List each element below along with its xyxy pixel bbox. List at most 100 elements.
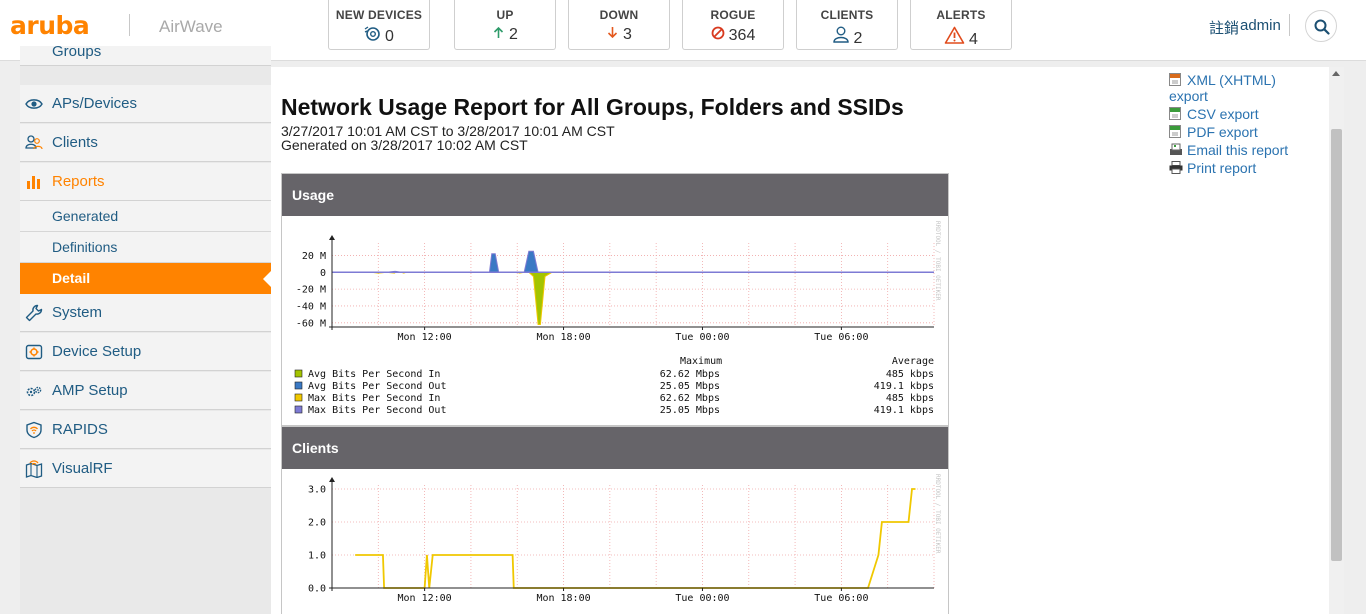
stat-label: UP (496, 8, 514, 22)
stat-label: ALERTS (936, 8, 986, 22)
csv-export-link[interactable]: CSV export (1169, 106, 1259, 122)
scroll-up-icon[interactable] (1332, 71, 1340, 76)
sidebar-item-system[interactable]: System (20, 294, 271, 332)
sidebar-item-label: RAPIDS (52, 421, 108, 438)
scrollbar-thumb[interactable] (1331, 129, 1342, 561)
x-tick-label: Tue 06:00 (814, 593, 868, 604)
sidebar-item-device-setup[interactable]: Device Setup (20, 333, 271, 371)
y-tick-label: -20 M (296, 285, 326, 296)
sidebar-item-label: Reports (52, 173, 105, 190)
sidebar-item-aps-devices[interactable]: APs/Devices (20, 85, 271, 123)
stat-rogue[interactable]: ROGUE 364 (682, 0, 784, 50)
csv-export-label: CSV export (1187, 106, 1259, 122)
xml-export-icon (1169, 73, 1181, 86)
csv-export-icon (1169, 107, 1181, 120)
alert-icon (944, 26, 965, 48)
clients-panel-title: Clients (292, 440, 339, 456)
header-separator (1289, 14, 1290, 36)
legend-name: Avg Bits Per Second In (308, 369, 440, 380)
sidebar-item-groups[interactable]: Groups (20, 46, 271, 66)
aruba-logo[interactable]: aruba (10, 11, 90, 40)
stat-label: DOWN (599, 8, 639, 22)
y-axis-arrow (329, 477, 335, 482)
sidebar-item-clients[interactable]: Clients (20, 124, 271, 162)
y-tick-label: 20 M (302, 251, 326, 262)
legend-header-avg: Average (892, 356, 934, 367)
legend-avg: 419.1 kbps (874, 381, 934, 392)
sidebar-subitem-definitions[interactable]: Definitions (20, 232, 271, 263)
sidebar-item-label: Clients (52, 134, 98, 151)
map-icon (25, 460, 43, 479)
legend-max: 25.05 Mbps (660, 381, 720, 392)
y-tick-label: 1.0 (308, 551, 326, 562)
shield-icon (25, 421, 43, 439)
legend-row: Max Bits Per Second Out 25.05 Mbps 419.1… (294, 405, 934, 416)
stat-value: 0 (385, 28, 394, 45)
page-title: Network Usage Report for All Groups, Fol… (281, 94, 904, 120)
sidebar-item-label: System (52, 304, 103, 321)
new-devices-icon (364, 26, 381, 45)
clients-chart: 3.0 2.0 1.0 0.0 Mon 12:00 Mon 18:00 Tue 00:00 T… (308, 474, 941, 604)
stat-clients[interactable]: CLIENTS 2 (796, 0, 898, 50)
x-tick-label: Mon 18:00 (536, 332, 590, 343)
user-name[interactable]: admin (1240, 17, 1281, 34)
search-icon (1314, 19, 1330, 35)
legend-avg: 419.1 kbps (874, 405, 934, 416)
stat-alerts[interactable]: ALERTS 4 (910, 0, 1012, 50)
stat-value: 4 (969, 31, 978, 48)
main-content: Network Usage Report for All Groups, Fol… (271, 67, 1343, 614)
pdf-export-icon (1169, 125, 1181, 138)
legend-max: 62.62 Mbps (660, 369, 720, 380)
legend-avg: 485 kbps (886, 369, 934, 380)
sidebar-item-reports[interactable]: Reports (20, 163, 271, 201)
clients-panel-header: Clients (282, 427, 948, 469)
rrdtool-watermark: RRDTOOL / TOBI OETIKER (934, 221, 941, 301)
stat-value: 3 (623, 26, 632, 43)
stat-up[interactable]: UP 2 (454, 0, 556, 50)
legend-row: Max Bits Per Second In 62.62 Mbps 485 kb… (294, 393, 934, 404)
sidebar-item-label: VisualRF (52, 460, 113, 477)
sidebar-item-amp-setup[interactable]: AMP Setup (20, 372, 271, 410)
sidebar-subitem-label: Definitions (52, 239, 118, 255)
stat-down[interactable]: DOWN 3 (568, 0, 670, 50)
sidebar-item-label: Device Setup (52, 343, 142, 360)
sidebar-item-label: Groups (52, 46, 102, 60)
stat-value: 2 (509, 26, 518, 43)
x-tick-label: Tue 00:00 (675, 332, 729, 343)
y-tick-label: -40 M (296, 301, 326, 312)
sidebar-subitem-detail[interactable]: Detail (20, 263, 271, 294)
pdf-export-label: PDF export (1187, 124, 1258, 140)
legend-avg: 485 kbps (886, 393, 934, 404)
rogue-icon (711, 26, 725, 44)
logout-icon[interactable]: 註銷 (1209, 17, 1239, 38)
pdf-export-link[interactable]: PDF export (1169, 124, 1258, 140)
bar-chart-icon (25, 173, 43, 191)
sidebar-item-visualrf[interactable]: VisualRF (20, 450, 271, 488)
email-report-link[interactable]: Email this report (1169, 142, 1288, 158)
sidebar-item-label: AMP Setup (52, 382, 128, 399)
sidebar-subitem-generated[interactable]: Generated (20, 201, 271, 232)
sidebar-item-rapids[interactable]: RAPIDS (20, 411, 271, 449)
xml-export-link[interactable]: XML (XHTML) export (1169, 72, 1276, 104)
legend-swatch (294, 393, 303, 402)
printer-icon (1169, 161, 1183, 174)
series-area (371, 250, 934, 273)
rrdtool-watermark: RRDTOOL / TOBI OETIKER (934, 474, 941, 554)
stat-new-devices[interactable]: NEW DEVICES 0 (328, 0, 430, 50)
header-separator (129, 14, 130, 36)
search-button[interactable] (1305, 10, 1337, 42)
clients-icon (25, 134, 43, 152)
xml-export-label-1: XML (XHTML) (1187, 72, 1276, 88)
legend-name: Max Bits Per Second In (308, 393, 440, 404)
print-report-link[interactable]: Print report (1169, 160, 1256, 176)
email-icon (1170, 143, 1182, 155)
stat-value: 364 (728, 27, 756, 44)
sidebar: Groups APs/Devices Clients Reports Gener… (20, 46, 271, 614)
legend-swatch (294, 381, 303, 390)
main-scrollbar[interactable] (1329, 67, 1344, 614)
y-tick-label: 3.0 (308, 485, 326, 496)
legend-name: Max Bits Per Second Out (308, 405, 446, 416)
series-area (371, 271, 934, 325)
print-report-label: Print report (1187, 160, 1257, 176)
legend-header-max: Maximum (680, 356, 722, 367)
